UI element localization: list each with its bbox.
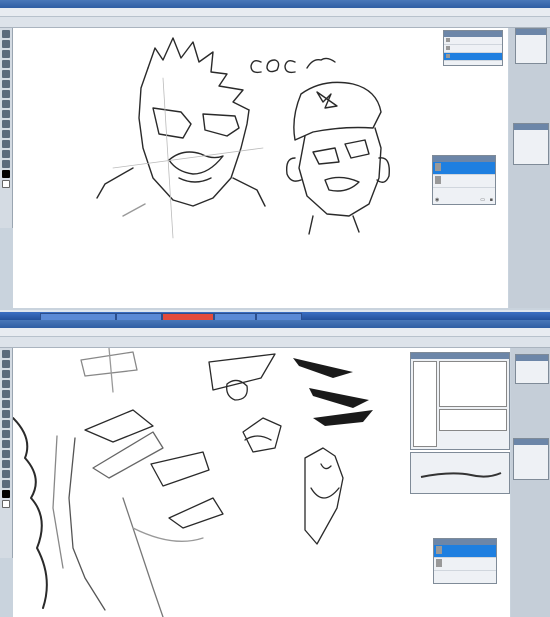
toolbox [0,348,13,558]
zoom-tool-icon[interactable] [2,160,10,168]
stamp-tool-icon[interactable] [2,80,10,88]
crop-tool-icon[interactable] [2,60,10,68]
folder-icon[interactable]: ▭ [480,197,485,203]
zoom-tool-icon[interactable] [2,480,10,488]
stamp-tool-icon[interactable] [2,400,10,408]
eraser-tool-icon[interactable] [2,90,10,98]
marquee-tool-icon[interactable] [2,40,10,48]
title-bar [0,0,550,8]
trash-icon[interactable]: ▪ [490,197,493,203]
layer-thumbnail [446,38,450,42]
layer-row[interactable] [444,37,502,45]
brush-tool-icon[interactable] [2,70,10,78]
right-dock [511,348,550,617]
brush-tool-icon[interactable] [2,390,10,398]
background-color-swatch[interactable] [2,500,10,508]
pen-tool-icon[interactable] [2,120,10,128]
type-tool-icon[interactable] [2,450,10,458]
bottom-photoshop-window [0,312,550,617]
gradient-tool-icon[interactable] [2,100,10,108]
type-tool-icon[interactable] [2,130,10,138]
foreground-color-swatch[interactable] [2,490,10,498]
gradient-tool-icon[interactable] [2,420,10,428]
move-tool-icon[interactable] [2,350,10,358]
layer-thumbnail [436,546,442,554]
swatches-panel [513,438,549,480]
options-bar[interactable] [0,17,550,28]
layer-row-selected[interactable] [444,53,502,61]
menu-bar [0,328,550,337]
history-panel [443,30,503,66]
menu-bar [0,8,550,17]
panel-header [411,353,509,359]
toolbox [0,28,13,228]
layer-thumbnail [436,559,442,567]
lasso-tool-icon[interactable] [2,50,10,58]
layer-row-selected[interactable] [433,162,495,175]
layer-thumbnail [435,176,441,184]
foreground-color-swatch[interactable] [2,170,10,178]
hand-tool-icon[interactable] [2,470,10,478]
brush-tip-grid[interactable] [439,361,507,407]
dodge-tool-icon[interactable] [2,110,10,118]
marquee-tool-icon[interactable] [2,360,10,368]
lasso-tool-icon[interactable] [2,370,10,378]
dodge-tool-icon[interactable] [2,430,10,438]
layer-row[interactable] [444,45,502,53]
navigator-panel [515,354,549,384]
brush-preset-list[interactable] [413,361,437,447]
background-color-swatch[interactable] [2,180,10,188]
title-bar [0,320,550,328]
layer-thumbnail [446,54,450,58]
layer-thumbnail [435,163,441,171]
swatches-panel [513,123,549,165]
brushes-panel [410,352,510,450]
shape-tool-icon[interactable] [2,140,10,148]
layers-panel: ◉ ▭ ▪ [432,155,496,205]
shape-tool-icon[interactable] [2,460,10,468]
taskbar [0,312,550,321]
pen-tool-icon[interactable] [2,440,10,448]
hand-tool-icon[interactable] [2,150,10,158]
layer-thumbnail [446,46,450,50]
navigator-panel [515,28,547,64]
move-tool-icon[interactable] [2,30,10,38]
layer-row[interactable] [434,558,496,571]
brush-settings[interactable] [439,409,507,431]
right-dock [509,28,550,308]
layer-row-selected[interactable] [434,545,496,558]
top-photoshop-window: ◉ ▭ ▪ [0,0,550,310]
stroke-preview-panel [410,452,510,494]
eye-icon[interactable]: ◉ [435,197,439,203]
layers-panel [433,538,497,584]
options-bar[interactable] [0,337,550,348]
stroke-preview [420,472,502,478]
layer-row[interactable] [433,175,495,188]
eraser-tool-icon[interactable] [2,410,10,418]
crop-tool-icon[interactable] [2,380,10,388]
